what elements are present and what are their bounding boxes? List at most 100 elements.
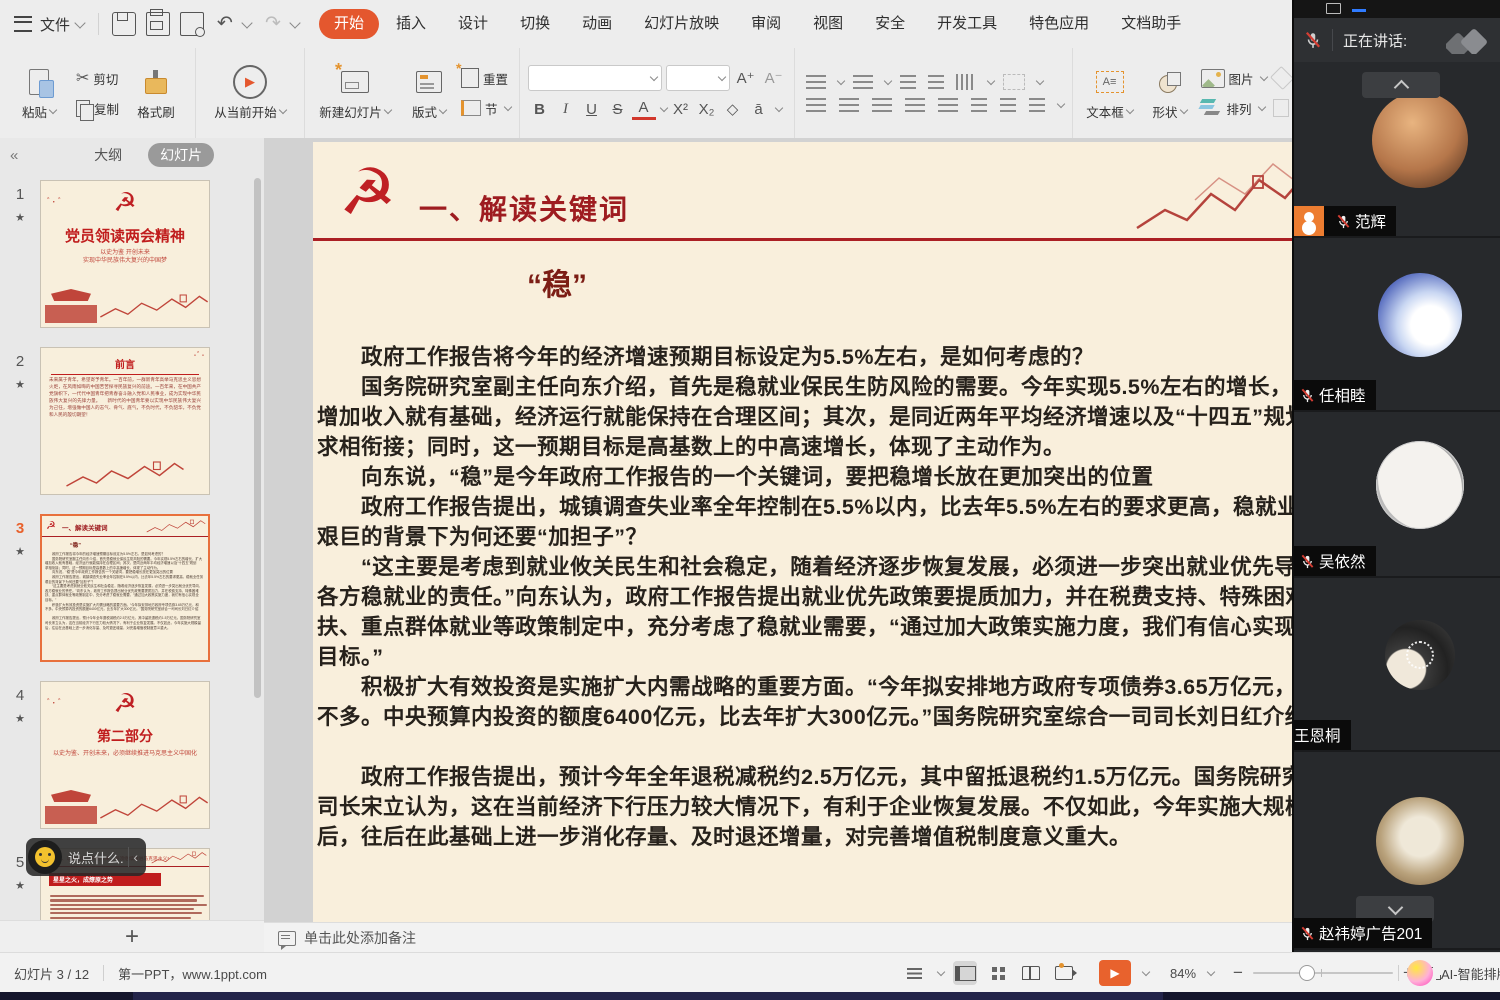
- text-box-button[interactable]: A≡ 文本框: [1081, 56, 1139, 130]
- shapes-button[interactable]: 形状: [1145, 56, 1195, 130]
- align-left-icon[interactable]: [806, 98, 826, 112]
- justify-icon[interactable]: [905, 98, 925, 112]
- chat-collapse-icon[interactable]: ‹: [133, 849, 138, 865]
- menu-tab-10[interactable]: 特色应用: [1014, 9, 1104, 39]
- record-view-icon[interactable]: [1052, 961, 1076, 985]
- section-button[interactable]: 节: [461, 95, 511, 121]
- menu-tab-2[interactable]: 设计: [443, 9, 503, 39]
- collapse-tiles-button[interactable]: [1362, 72, 1440, 98]
- chat-placeholder[interactable]: 说点什么...: [68, 848, 124, 867]
- decrease-indent-icon[interactable]: [900, 75, 916, 89]
- hamburger-menu-icon[interactable]: [14, 16, 32, 32]
- animation-star-icon[interactable]: ★: [15, 211, 25, 224]
- minimize-icon[interactable]: [1352, 9, 1366, 12]
- menu-tab-4[interactable]: 动画: [567, 9, 627, 39]
- menu-tab-6[interactable]: 审阅: [736, 9, 796, 39]
- animation-star-icon[interactable]: ★: [15, 712, 25, 725]
- underline-button[interactable]: U: [580, 97, 604, 121]
- grow-font-button[interactable]: A⁺: [734, 66, 758, 90]
- cut-button[interactable]: ✂剪切: [76, 65, 119, 91]
- menu-tab-11[interactable]: 文档助手: [1106, 9, 1196, 39]
- slide-canvas[interactable]: ☭ 一、解读关键词 “稳” 政府工作报告将今年的经济增速预期目标设定为5.5%左…: [313, 142, 1292, 922]
- arrange-button[interactable]: 排列: [1201, 95, 1267, 121]
- zoom-slider-knob[interactable]: [1299, 965, 1315, 981]
- slide-body-text[interactable]: 政府工作报告将今年的经济增速预期目标设定为5.5%左右，是如何考虑的？国务院研究…: [317, 342, 1292, 852]
- zoom-level[interactable]: 84%: [1170, 966, 1196, 981]
- shrink-font-button[interactable]: A⁻: [762, 66, 786, 90]
- new-slide-button[interactable]: 新建幻灯片: [313, 56, 397, 130]
- collapse-panel-icon[interactable]: «: [10, 147, 18, 164]
- reset-button[interactable]: 重置: [461, 65, 511, 91]
- distribute-icon[interactable]: [938, 98, 958, 112]
- line-spacing-icon[interactable]: [1029, 98, 1045, 112]
- menu-tab-0[interactable]: 开始: [319, 9, 379, 39]
- picture-button[interactable]: 图片: [1201, 65, 1267, 91]
- file-menu[interactable]: 文件: [40, 14, 70, 35]
- thumbnail-scrollbar[interactable]: [254, 178, 261, 698]
- slide-thumbnail-3[interactable]: ☭ 一、解读关键词 “稳” 政府工作报告将今年的经济增速预期目标设定为5.5%左…: [40, 514, 210, 662]
- font-name-combo[interactable]: [528, 65, 662, 91]
- slide-body-line: 国务院研究室副主任向东介绍，首先是稳就业保民生防风险的需要。今年实现5.5%左右…: [317, 372, 1292, 402]
- print-icon[interactable]: [146, 12, 170, 36]
- animation-star-icon[interactable]: ★: [15, 545, 25, 558]
- strikethrough-button[interactable]: S: [606, 97, 630, 121]
- paragraph-down-icon[interactable]: [1000, 98, 1016, 112]
- paste-button[interactable]: 粘贴: [8, 56, 70, 130]
- menu-tab-5[interactable]: 幻灯片放映: [629, 9, 734, 39]
- file-menu-caret-icon[interactable]: [74, 17, 85, 28]
- menu-tab-7[interactable]: 视图: [798, 9, 858, 39]
- superscript-button[interactable]: X²: [669, 97, 693, 121]
- animation-star-icon[interactable]: ★: [15, 879, 25, 892]
- toolbar-more-icon[interactable]: [289, 17, 300, 28]
- increase-indent-icon[interactable]: [928, 75, 944, 89]
- align-right-icon[interactable]: [872, 98, 892, 112]
- zoom-slider[interactable]: [1253, 972, 1393, 974]
- subscript-button[interactable]: X₂: [695, 97, 719, 121]
- paragraph-up-icon[interactable]: [971, 98, 987, 112]
- font-size-combo[interactable]: [666, 65, 730, 91]
- chat-input-pill[interactable]: 说点什么... ‹: [26, 838, 146, 876]
- italic-button[interactable]: I: [554, 97, 578, 121]
- menu-tab-1[interactable]: 插入: [381, 9, 441, 39]
- window-mode-icon[interactable]: [1326, 3, 1341, 14]
- notes-toggle-icon[interactable]: [902, 961, 926, 985]
- layout-icon: [416, 71, 442, 93]
- zoom-out-button[interactable]: −: [1233, 963, 1243, 983]
- normal-view-icon[interactable]: [953, 961, 977, 985]
- text-frame-icon[interactable]: [1003, 74, 1025, 90]
- play-from-current-button[interactable]: ▶ 从当前开始: [204, 56, 296, 130]
- ai-assistant-label[interactable]: AI-智能排版: [1441, 964, 1500, 983]
- bullet-list-icon[interactable]: [806, 75, 826, 89]
- layout-button[interactable]: 版式: [403, 56, 455, 130]
- copy-button[interactable]: 复制: [76, 95, 119, 121]
- slide-thumbnail-4[interactable]: ☭ ﾞ･ ﾞ 第二部分 以史为鉴、开创未来，必须继续推进马克思主义中国化: [40, 681, 210, 829]
- print-preview-icon[interactable]: [180, 12, 204, 36]
- undo-caret-icon[interactable]: [241, 17, 252, 28]
- text-direction-icon[interactable]: [956, 74, 976, 90]
- notes-bar[interactable]: 单击此处添加备注: [264, 922, 1292, 953]
- tab-slides[interactable]: 幻灯片: [148, 143, 214, 167]
- reading-view-icon[interactable]: [1019, 961, 1043, 985]
- slideshow-play-button[interactable]: ▶: [1099, 960, 1131, 986]
- align-center-icon[interactable]: [839, 98, 859, 112]
- animation-star-icon[interactable]: ★: [15, 378, 25, 391]
- slide-sorter-view-icon[interactable]: [986, 961, 1010, 985]
- highlight-button[interactable]: ā: [747, 97, 771, 121]
- menu-tab-9[interactable]: 开发工具: [922, 9, 1012, 39]
- menu-tab-8[interactable]: 安全: [860, 9, 920, 39]
- format-painter-button[interactable]: 格式刷: [125, 56, 187, 130]
- numbered-list-icon[interactable]: [853, 75, 873, 89]
- menu-tab-3[interactable]: 切换: [505, 9, 565, 39]
- tab-outline[interactable]: 大纲: [82, 143, 134, 167]
- slide-thumbnail-2[interactable]: 前言 未来属于青年，希望寄予青年。一百年前，一群新青年高举马克思主义思想火炬，在…: [40, 347, 210, 495]
- bold-button[interactable]: B: [528, 97, 552, 121]
- ai-assistant-icon[interactable]: [1407, 960, 1433, 986]
- font-color-button[interactable]: A: [632, 98, 656, 120]
- save-icon[interactable]: [112, 12, 136, 36]
- undo-icon[interactable]: ↶: [214, 13, 236, 35]
- clear-format-icon[interactable]: ◇: [721, 97, 745, 121]
- slide-thumbnail-1[interactable]: ☭ ﾞ･ ﾞ 党员领读两会精神 以史为鉴 开创未来实现中华民族伟大复兴的中国梦: [40, 180, 210, 328]
- add-slide-button[interactable]: +: [0, 920, 264, 953]
- mic-muted-icon: [1336, 214, 1351, 229]
- emoji-icon[interactable]: [28, 840, 62, 874]
